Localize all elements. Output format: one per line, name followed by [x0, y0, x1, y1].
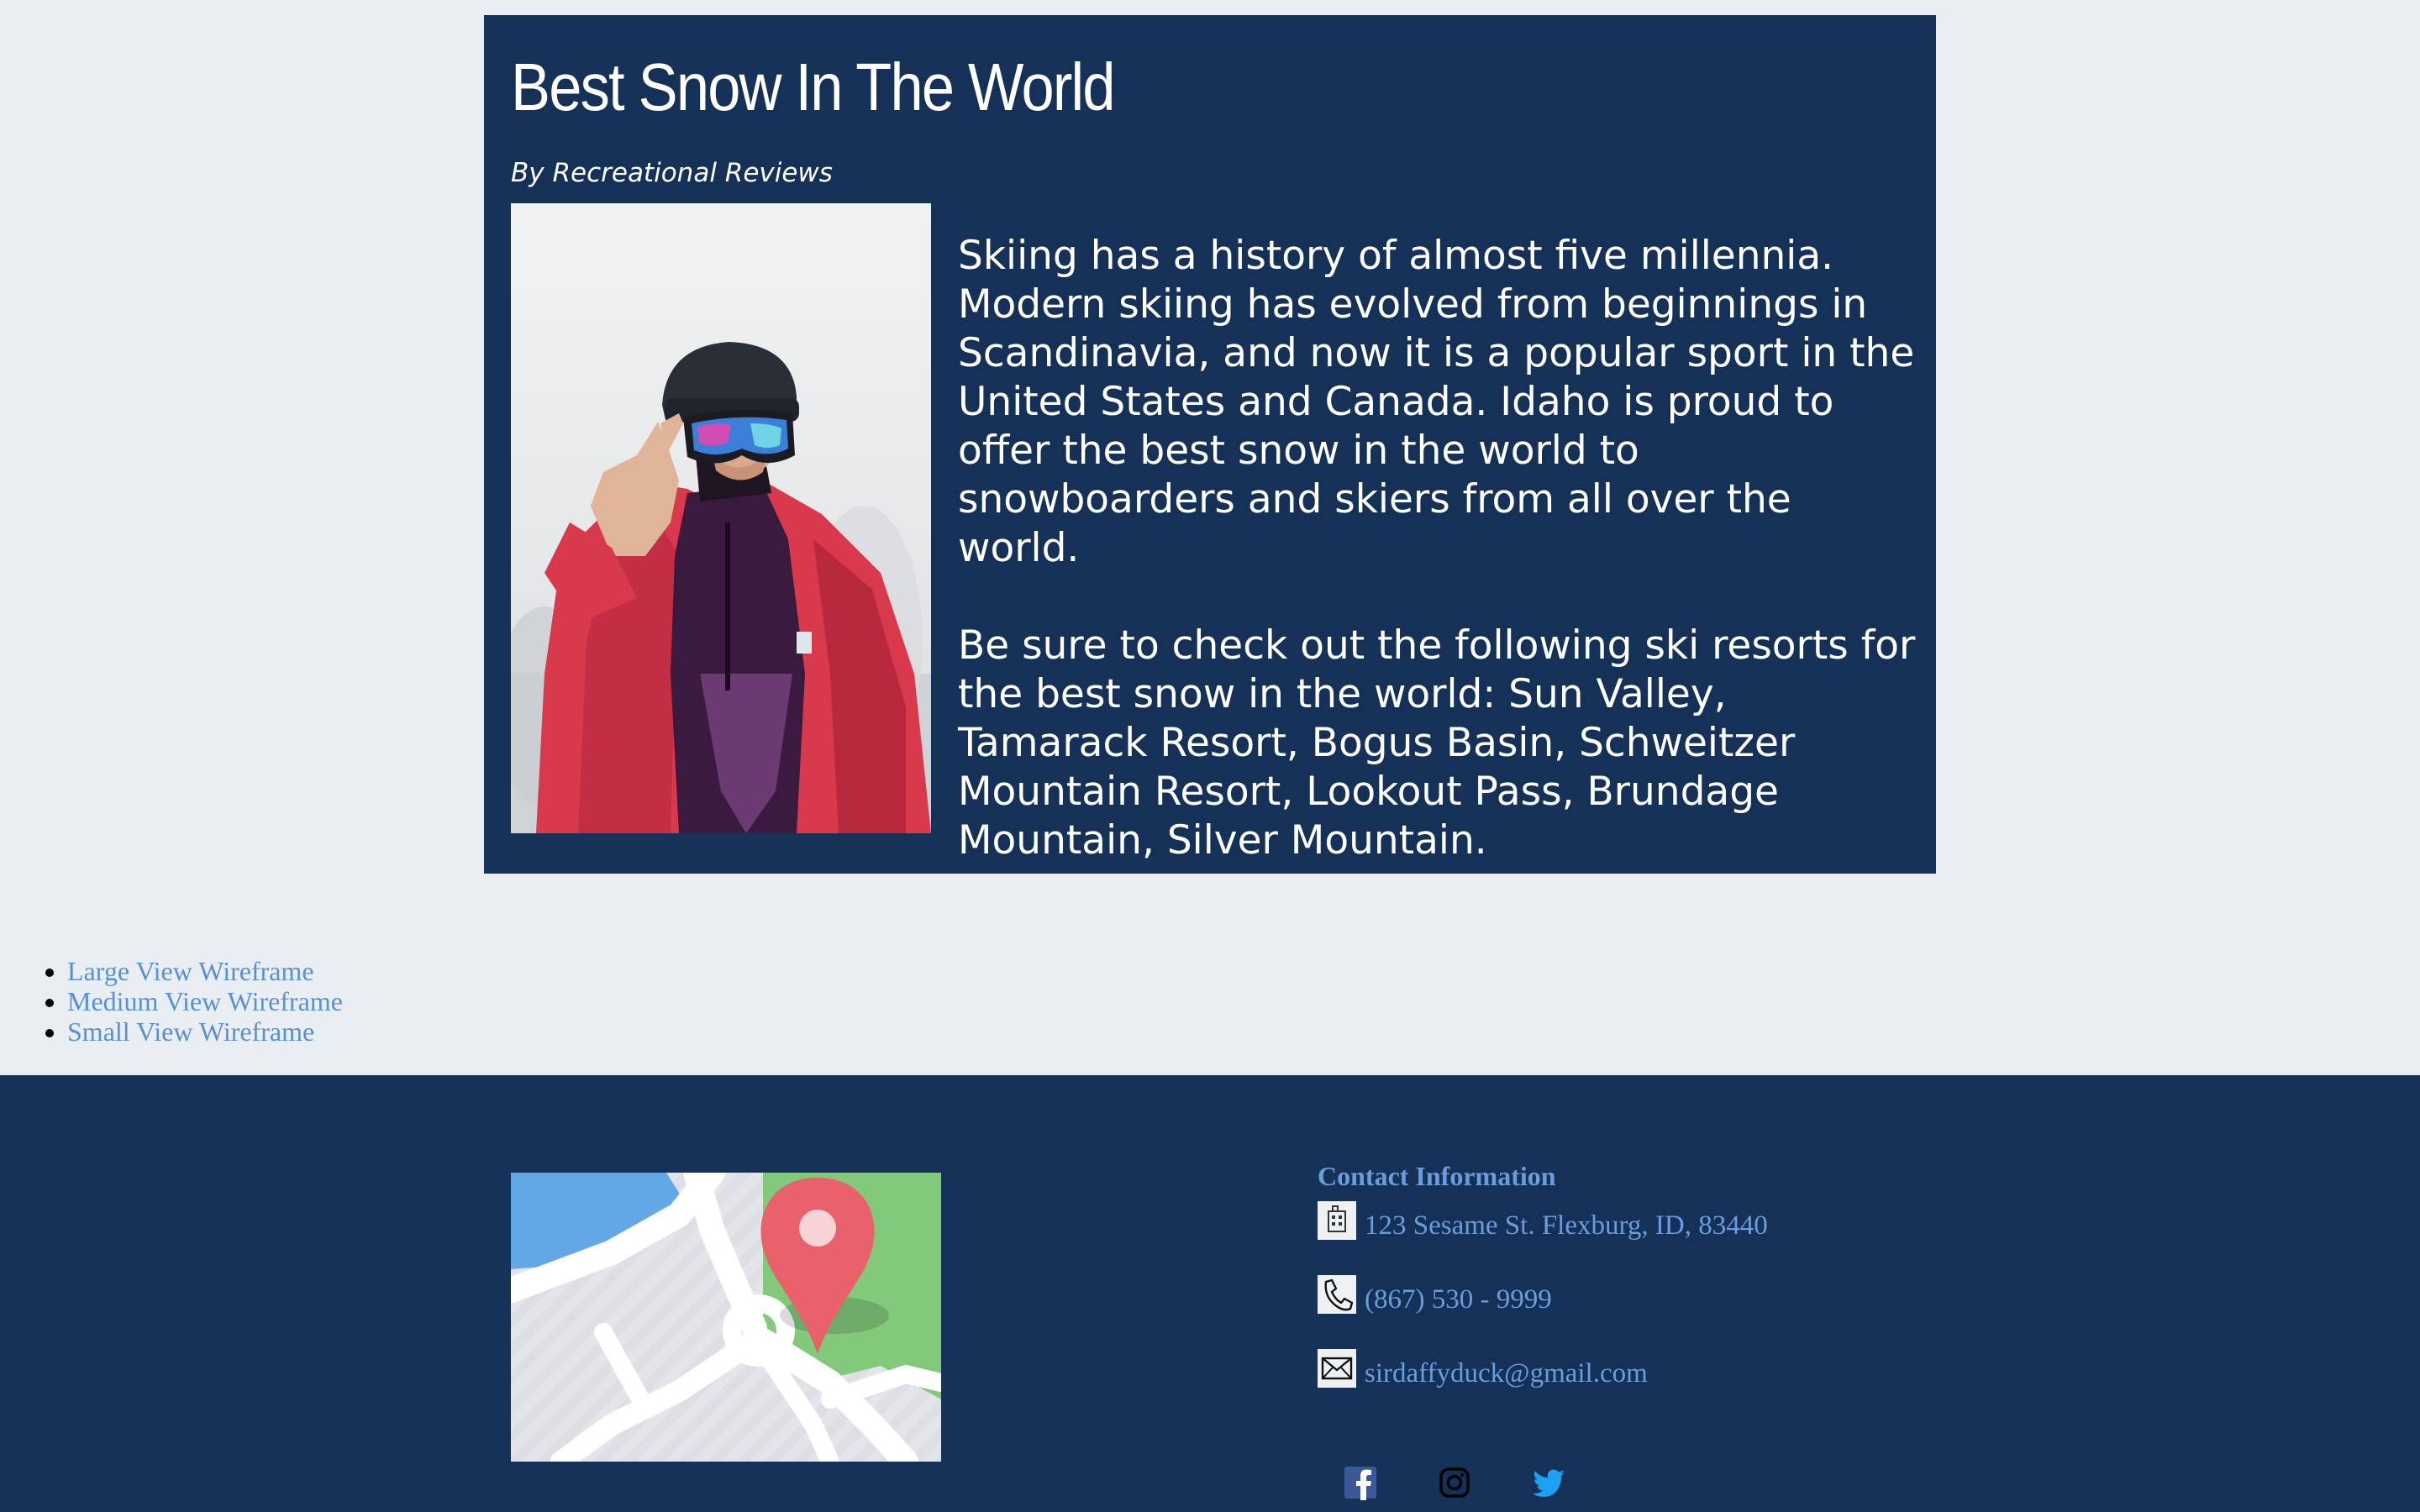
list-item: Medium View Wireframe [67, 986, 343, 1016]
contact-heading: Contact Information [1318, 1161, 1556, 1191]
phone-link[interactable]: (867) 530 - 9999 [1365, 1285, 1552, 1314]
article-body: Skiing has a history of almost five mill… [958, 232, 1916, 914]
twitter-icon[interactable] [1531, 1465, 1566, 1500]
building-icon [1318, 1201, 1356, 1240]
phone-icon [1318, 1275, 1356, 1314]
article-paragraph: Be sure to check out the following ski r… [958, 622, 1916, 864]
phone-row: (867) 530 - 9999 [1318, 1275, 1552, 1314]
article-byline: By Recreational Reviews [511, 158, 833, 188]
contact-information: Contact Information 123 Sesame St. Flexb… [1318, 1159, 1768, 1388]
facebook-icon[interactable] [1343, 1465, 1378, 1500]
email-row: sirdaffyduck@gmail.com [1318, 1349, 1648, 1388]
snowboarder-photo [511, 203, 931, 833]
article-card: Best Snow In The World By Recreational R… [484, 15, 1936, 874]
address-text: 123 Sesame St. Flexburg, ID, 83440 [1365, 1210, 1768, 1241]
footer: Contact Information 123 Sesame St. Flexb… [0, 1075, 2420, 1512]
email-link[interactable]: sirdaffyduck@gmail.com [1365, 1359, 1648, 1388]
list-item: Large View Wireframe [67, 956, 343, 986]
small-wireframe-link[interactable]: Small View Wireframe [67, 1016, 314, 1047]
wireframe-links-list: Large View Wireframe Medium View Wirefra… [0, 956, 343, 1047]
large-wireframe-link[interactable]: Large View Wireframe [67, 956, 314, 986]
map-pin-icon[interactable] [511, 1173, 941, 1462]
instagram-icon[interactable] [1437, 1465, 1472, 1500]
article-title: Best Snow In The World [511, 50, 1116, 124]
social-links [1343, 1465, 1566, 1500]
article-paragraph: Skiing has a history of almost five mill… [958, 233, 1915, 571]
mail-icon [1318, 1349, 1356, 1388]
address-row: 123 Sesame St. Flexburg, ID, 83440 [1318, 1201, 1768, 1240]
list-item: Small View Wireframe [67, 1016, 343, 1047]
medium-wireframe-link[interactable]: Medium View Wireframe [67, 986, 343, 1016]
